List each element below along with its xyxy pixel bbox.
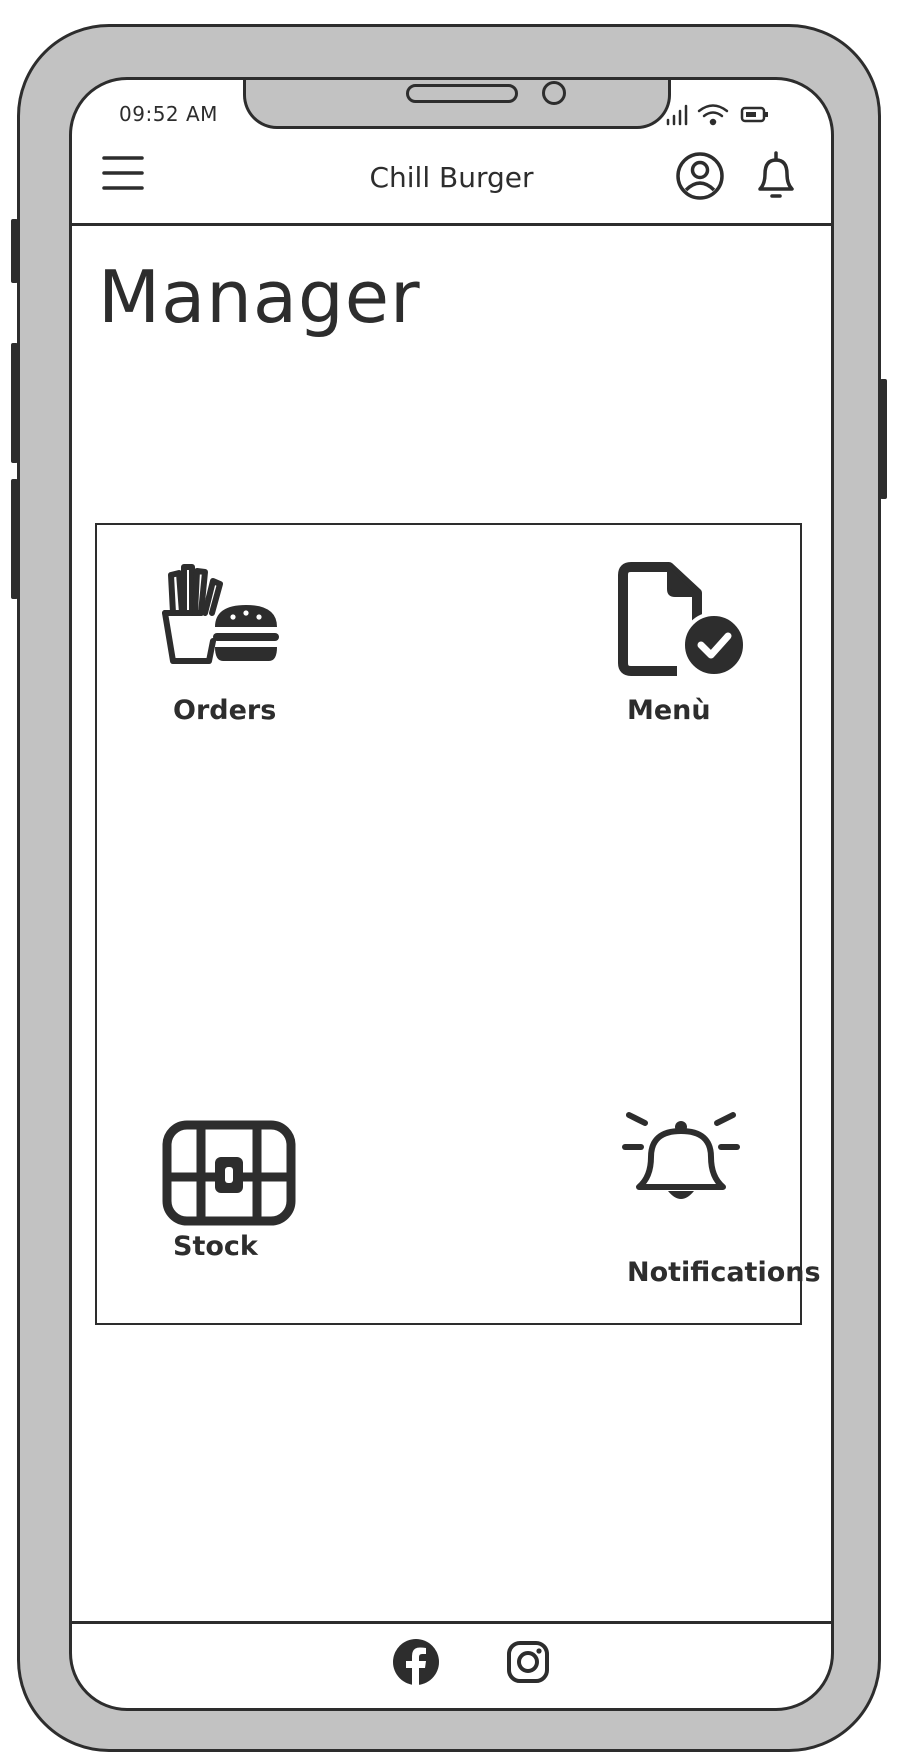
phone-power-button bbox=[880, 379, 887, 499]
phone-screen: 09:52 AM Chill Burger Manager Orders Men… bbox=[69, 77, 834, 1711]
phone-volume-down-button bbox=[11, 479, 18, 599]
status-time: 09:52 AM bbox=[119, 102, 218, 126]
status-bar-icons bbox=[666, 104, 768, 126]
battery-icon bbox=[740, 106, 768, 123]
notification-bell-icon[interactable] bbox=[752, 149, 800, 201]
front-camera bbox=[542, 81, 566, 105]
orders-tile[interactable]: Orders bbox=[147, 563, 307, 743]
phone-notch bbox=[243, 80, 671, 129]
fries-burger-icon bbox=[162, 564, 279, 664]
instagram-icon[interactable] bbox=[506, 1640, 550, 1684]
speaker-grille bbox=[406, 84, 518, 103]
wifi-icon bbox=[697, 104, 729, 126]
alarm-bell-icon bbox=[622, 1112, 740, 1199]
stock-tile[interactable]: Stock bbox=[147, 1105, 307, 1265]
menu-label: Menù bbox=[627, 695, 711, 726]
phone-side-button bbox=[11, 219, 18, 283]
manager-tiles-panel: Orders Menù Stock Notifications bbox=[95, 523, 821, 1325]
stock-label: Stock bbox=[173, 1231, 258, 1262]
signal-icon bbox=[666, 104, 688, 126]
document-check-icon bbox=[618, 562, 747, 678]
notifications-label: Notifications bbox=[627, 1257, 821, 1288]
notifications-tile[interactable]: Notifications bbox=[617, 1105, 821, 1305]
menu-tile[interactable]: Menù bbox=[617, 561, 767, 741]
treasure-chest-icon bbox=[162, 1120, 296, 1226]
orders-label: Orders bbox=[173, 695, 277, 726]
footer-social-bar bbox=[72, 1621, 831, 1708]
user-account-icon[interactable] bbox=[674, 150, 726, 202]
app-header: Chill Burger bbox=[72, 139, 831, 226]
phone-volume-up-button bbox=[11, 343, 18, 463]
facebook-icon[interactable] bbox=[392, 1638, 440, 1686]
page-title: Manager bbox=[98, 255, 421, 339]
